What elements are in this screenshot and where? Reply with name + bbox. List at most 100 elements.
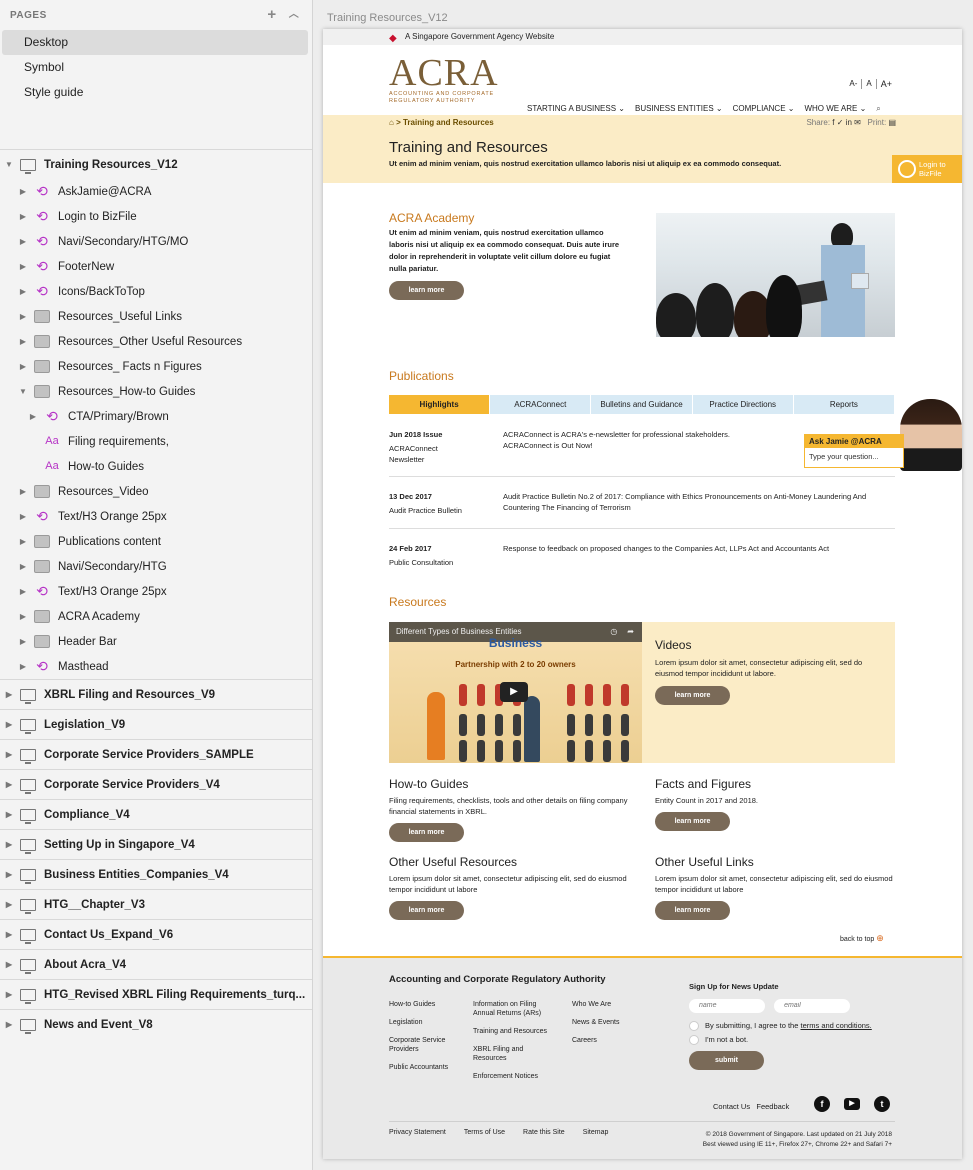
disclosure-closed-icon[interactable]: ▶ [18,262,28,271]
artboard-row[interactable]: ▶ News and Event_V8 [0,1009,312,1039]
artboard-row[interactable]: ▶ HTG_Revised XBRL Filing Requirements_tu… [0,979,312,1009]
facebook-icon[interactable]: f [814,1096,830,1112]
disclosure-closed-icon[interactable]: ▶ [4,780,14,789]
page-symbol[interactable]: Symbol [2,55,308,80]
footer-link[interactable]: XBRL Filing and Resources [473,1045,531,1063]
captcha-checkbox[interactable] [689,1034,699,1045]
disclosure-closed-icon[interactable]: ▶ [4,870,14,879]
terms-of-use-link[interactable]: Terms of Use [464,1129,505,1136]
submit-button[interactable]: submit [689,1050,764,1070]
tab-acraconnect[interactable]: ACRAConnect [490,395,592,414]
artboard-row[interactable]: ▶ Legislation_V9 [0,709,312,739]
howto-learn-more-button[interactable]: learn more [389,823,464,842]
disclosure-closed-icon[interactable]: ▶ [18,562,28,571]
disclosure-closed-icon[interactable]: ▶ [18,637,28,646]
contact-us-link[interactable]: Contact Us [713,1102,750,1111]
agree-checkbox[interactable] [689,1020,699,1031]
footer-link[interactable]: Public Accountants [389,1063,459,1072]
publication-row[interactable]: 24 Feb 2017 Public Consultation Response … [389,543,895,573]
nav-business-entities[interactable]: BUSINESS ENTITIES ⌄ [635,104,723,114]
artboard-row[interactable]: ▶ Setting Up in Singapore_V4 [0,829,312,859]
privacy-link[interactable]: Privacy Statement [389,1129,446,1136]
video-player[interactable]: Different Types of Business Entities ➦ ◷ B… [389,622,642,763]
footer-link[interactable]: Training and Resources [473,1027,559,1036]
disclosure-closed-icon[interactable]: ▶ [18,487,28,496]
layer-row[interactable]: ▶ ⟲ Text/H3 Orange 25px [0,579,312,604]
sitemap-link[interactable]: Sitemap [583,1129,609,1136]
disclosure-closed-icon[interactable]: ▶ [18,237,28,246]
layer-row[interactable]: Aa Filing requirements, [0,429,312,454]
layer-row[interactable]: ▶ Resources_Video [0,479,312,504]
disclosure-closed-icon[interactable]: ▶ [4,750,14,759]
layer-row[interactable]: ▶ ⟲ AskJamie@ACRA [0,179,312,204]
font-normal-button[interactable]: A [866,79,877,89]
add-page-icon[interactable]: + [264,7,280,23]
disclosure-closed-icon[interactable]: ▶ [18,337,28,346]
artboard-row[interactable]: ▶ HTG__Chapter_V3 [0,889,312,919]
footer-link[interactable]: Careers [572,1036,642,1045]
layer-row[interactable]: ▶ ⟲ Text/H3 Orange 25px [0,504,312,529]
disclosure-closed-icon[interactable]: ▶ [4,900,14,909]
nav-compliance[interactable]: COMPLIANCE ⌄ [733,104,795,114]
disclosure-closed-icon[interactable]: ▶ [18,287,28,296]
layer-row[interactable]: ▶ Resources_ Facts n Figures [0,354,312,379]
disclosure-closed-icon[interactable]: ▶ [4,930,14,939]
login-bizfile-button[interactable]: Login to BizFile [892,155,962,183]
ask-jamie-input[interactable]: Type your question... [805,448,903,465]
disclosure-closed-icon[interactable]: ▶ [18,212,28,221]
disclosure-closed-icon[interactable]: ▶ [4,720,14,729]
layer-row[interactable]: ▶ ⟲ Icons/BackToTop [0,279,312,304]
layer-row[interactable]: ▼ Resources_How-to Guides [0,379,312,404]
artboard-row[interactable]: ▶ About Acra_V4 [0,949,312,979]
academy-learn-more-button[interactable]: learn more [389,281,464,300]
youtube-icon[interactable]: ▶ [844,1098,860,1110]
publication-row[interactable]: 13 Dec 2017 Audit Practice Bulletin Audit… [389,491,895,529]
ask-jamie-widget[interactable]: Ask Jamie @ACRA Type your question... [804,397,962,471]
disclosure-closed-icon[interactable]: ▶ [18,187,28,196]
acra-logo[interactable]: ACRA ACCOUNTING AND CORPORATE REGULATORY… [389,54,504,105]
layer-row[interactable]: ▶ ⟲ FooterNew [0,254,312,279]
tab-bulletins-guidance[interactable]: Bulletins and Guidance [591,395,693,414]
name-input[interactable] [689,998,765,1013]
artboard-row[interactable]: ▶ Corporate Service Providers_SAMPLE [0,739,312,769]
linkedin-share-icon[interactable]: in [846,118,852,127]
layer-row[interactable]: ▶ ⟲ Login to BizFile [0,204,312,229]
layer-row[interactable]: Aa How-to Guides [0,454,312,479]
disclosure-open-icon[interactable]: ▼ [18,387,28,396]
play-icon[interactable]: ▶ [500,682,528,702]
disclosure-closed-icon[interactable]: ▶ [18,662,28,671]
home-icon[interactable]: ⌂ [389,118,394,127]
rate-site-link[interactable]: Rate this Site [523,1129,565,1136]
disclosure-closed-icon[interactable]: ▶ [4,960,14,969]
disclosure-closed-icon[interactable]: ▶ [4,840,14,849]
layer-row[interactable]: ▶ ⟲ Navi/Secondary/HTG/MO [0,229,312,254]
twitter-icon[interactable]: t [874,1096,890,1112]
collapse-pages-icon[interactable]: ︿ [286,7,302,23]
disclosure-open-icon[interactable]: ▼ [4,160,14,169]
print-icon[interactable]: ▤ [888,118,896,127]
footer-link[interactable]: Enforcement Notices [473,1072,559,1081]
footer-link[interactable]: Legislation [389,1018,459,1027]
disclosure-closed-icon[interactable]: ▶ [4,690,14,699]
facts-learn-more-button[interactable]: learn more [655,812,730,831]
page-style-guide[interactable]: Style guide [2,80,308,105]
disclosure-closed-icon[interactable]: ▶ [18,612,28,621]
videos-learn-more-button[interactable]: learn more [655,686,730,705]
nav-who-we-are[interactable]: WHO WE ARE ⌄ [804,104,866,114]
artboard-row[interactable]: ▼ Training Resources_V12 [0,149,312,179]
tab-practice-directions[interactable]: Practice Directions [693,395,794,414]
layer-row[interactable]: ▶ ⟲ Masthead [0,654,312,679]
email-input[interactable] [774,998,851,1013]
font-decrease-button[interactable]: A- [849,79,863,89]
other-resources-learn-more-button[interactable]: learn more [389,901,464,920]
twitter-share-icon[interactable]: ✓ [837,118,844,127]
disclosure-closed-icon[interactable]: ▶ [18,537,28,546]
layer-row[interactable]: ▶ Publications content [0,529,312,554]
feedback-link[interactable]: Feedback [756,1102,789,1111]
layer-row[interactable]: ▶ Resources_Useful Links [0,304,312,329]
artboard-row[interactable]: ▶ Business Entities_Companies_V4 [0,859,312,889]
terms-link[interactable]: terms and conditions. [800,1021,871,1030]
page-desktop[interactable]: Desktop [2,30,308,55]
email-share-icon[interactable]: ✉ [854,118,861,127]
back-to-top-link[interactable]: back to top ⊕ [840,933,884,944]
